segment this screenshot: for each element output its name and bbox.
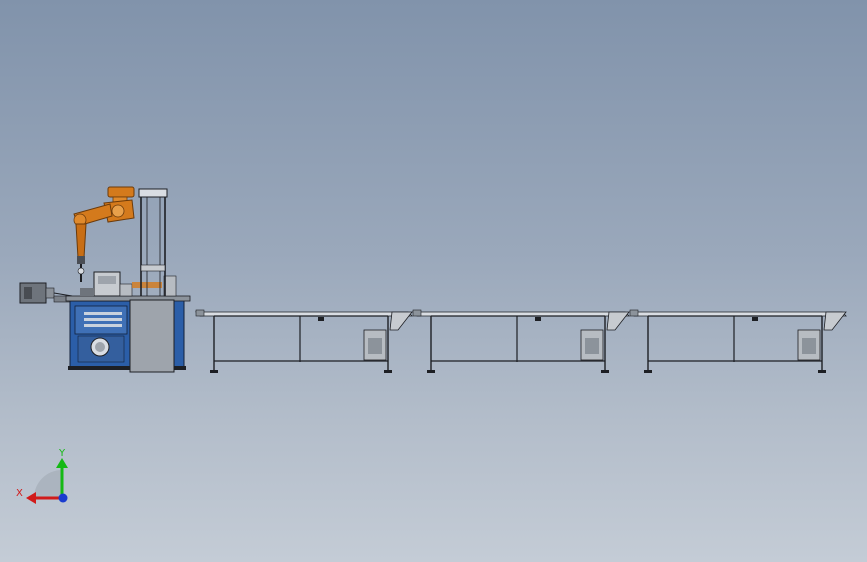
z-axis-dot <box>58 493 68 503</box>
conveyor-module-2[interactable] <box>412 309 630 373</box>
x-axis-label: X <box>16 488 23 499</box>
welding-robot-arm[interactable] <box>73 186 135 282</box>
worktable-fixtures <box>65 271 191 302</box>
coordinate-triad-icon[interactable]: Y X <box>16 448 68 504</box>
welding-cell[interactable] <box>19 186 191 373</box>
cad-model-canvas[interactable]: Y X <box>0 0 867 562</box>
y-axis-label: Y <box>58 448 66 459</box>
conveyor-module-1[interactable] <box>195 309 413 373</box>
vertical-lift-frame <box>138 188 168 296</box>
gray-column <box>129 299 175 373</box>
cad-3d-viewport[interactable]: Y X <box>0 0 867 562</box>
side-motor-box <box>19 282 73 304</box>
conveyor-module-3[interactable] <box>629 309 847 373</box>
